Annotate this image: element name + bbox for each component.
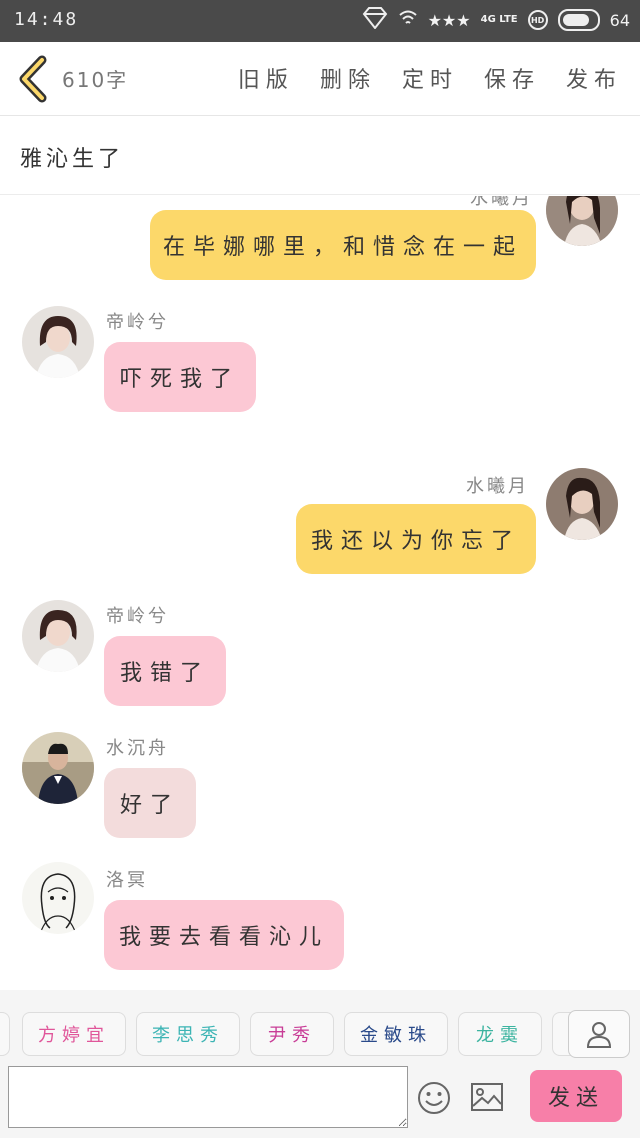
sender-name: 水曦月 bbox=[470, 196, 533, 209]
sender-name: 水曦月 bbox=[466, 476, 529, 497]
header-actions: 旧版 删除 定时 保存 发布 bbox=[238, 62, 622, 94]
hd-voice-icon: HD bbox=[527, 10, 548, 30]
message-bubble[interactable]: 我要去看看沁儿 bbox=[104, 900, 344, 970]
wifi-icon bbox=[398, 8, 418, 32]
battery-icon bbox=[557, 9, 600, 31]
schedule-button[interactable]: 定时 bbox=[402, 62, 458, 94]
avatar[interactable] bbox=[22, 862, 94, 934]
old-version-button[interactable]: 旧版 bbox=[238, 62, 294, 94]
sender-name: 水沉舟 bbox=[106, 738, 169, 759]
sender-name: 洛冥 bbox=[106, 870, 148, 891]
chapter-title-field[interactable]: 雅沁生了 bbox=[0, 117, 640, 195]
chat-area[interactable]: 水曦月 在毕娜哪里，和惜念在一起 帝岭兮 吓死我了 水曦月 我还以为你忘了 帝岭… bbox=[0, 196, 640, 990]
avatar[interactable] bbox=[546, 468, 618, 540]
message-input-bar: 发送 bbox=[0, 1062, 640, 1138]
message-bubble[interactable]: 我还以为你忘了 bbox=[296, 504, 536, 574]
image-icon bbox=[471, 1083, 503, 1111]
signal-stars-icon: ★★★ bbox=[427, 10, 471, 30]
avatar[interactable] bbox=[22, 600, 94, 672]
avatar[interactable] bbox=[546, 196, 618, 246]
save-button[interactable]: 保存 bbox=[484, 62, 540, 94]
message-bubble[interactable]: 在毕娜哪里，和惜念在一起 bbox=[150, 210, 536, 280]
message-input[interactable] bbox=[8, 1066, 408, 1128]
delete-button[interactable]: 删除 bbox=[320, 62, 376, 94]
diamond-icon bbox=[362, 7, 388, 33]
smiley-icon bbox=[418, 1082, 450, 1114]
chapter-title: 雅沁生了 bbox=[20, 147, 125, 172]
character-chip-partial[interactable] bbox=[0, 1012, 10, 1056]
user-icon bbox=[586, 1022, 612, 1048]
character-chip[interactable]: 龙霙 bbox=[458, 1012, 542, 1056]
character-chip[interactable]: 尹秀 bbox=[250, 1012, 334, 1056]
network-type: 4G LTE bbox=[480, 14, 518, 25]
send-button[interactable]: 发送 bbox=[530, 1070, 622, 1122]
avatar[interactable] bbox=[22, 306, 94, 378]
character-chip[interactable]: 方婷宜 bbox=[22, 1012, 126, 1056]
character-manager-button[interactable] bbox=[568, 1010, 630, 1058]
status-icons: ★★★ 4G LTE HD 64 bbox=[362, 7, 630, 33]
character-chip[interactable]: 李思秀 bbox=[136, 1012, 240, 1056]
chat-editor-screen: 14:48 ★★★ 4G LTE HD 64 610字 旧版 删除 定时 保存 … bbox=[0, 0, 640, 1138]
avatar[interactable] bbox=[22, 732, 94, 804]
sender-name: 帝岭兮 bbox=[106, 312, 169, 333]
sender-name: 帝岭兮 bbox=[106, 606, 169, 627]
publish-button[interactable]: 发布 bbox=[566, 62, 622, 94]
message-bubble[interactable]: 好了 bbox=[104, 768, 196, 838]
message-bubble[interactable]: 吓死我了 bbox=[104, 342, 256, 412]
emoji-button[interactable] bbox=[416, 1080, 452, 1116]
status-bar: 14:48 ★★★ 4G LTE HD 64 bbox=[0, 0, 640, 42]
battery-level: 64 bbox=[609, 10, 630, 30]
character-chip[interactable]: 金敏珠 bbox=[344, 1012, 448, 1056]
word-count: 610字 bbox=[62, 68, 129, 92]
chevron-left-icon bbox=[19, 55, 47, 103]
image-button[interactable] bbox=[470, 1082, 504, 1112]
character-select-bar: 方婷宜 李思秀 尹秀 金敏珠 龙霙 bbox=[0, 990, 640, 1062]
message-bubble[interactable]: 我错了 bbox=[104, 636, 226, 706]
status-time: 14:48 bbox=[14, 9, 79, 30]
back-button[interactable] bbox=[14, 54, 54, 104]
editor-header: 610字 旧版 删除 定时 保存 发布 bbox=[0, 42, 640, 116]
